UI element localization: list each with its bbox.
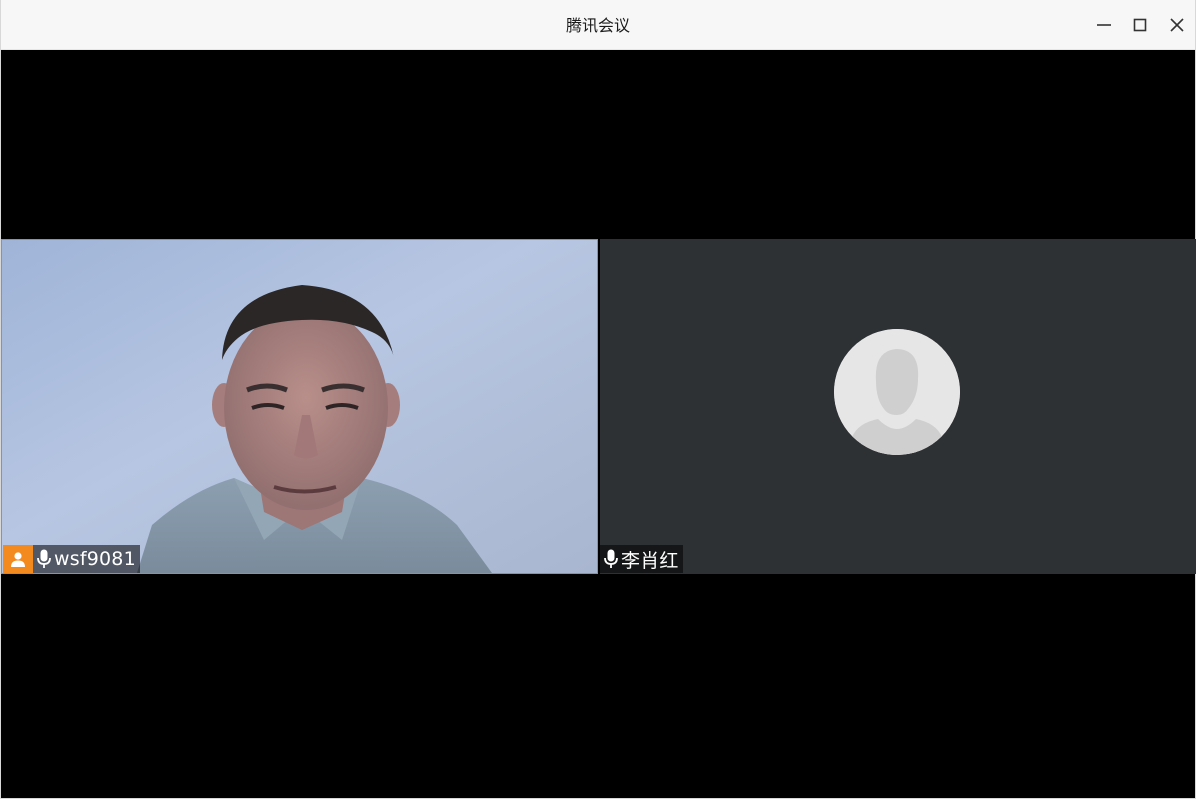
- title-bar: 腾讯会议: [1, 0, 1195, 50]
- minimize-button[interactable]: [1088, 9, 1120, 41]
- camera-video-frame: [2, 240, 597, 573]
- minimize-icon: [1097, 24, 1111, 26]
- maximize-icon: [1133, 18, 1147, 32]
- microphone-icon: [35, 545, 53, 573]
- microphone-icon: [602, 545, 620, 573]
- host-badge: [3, 545, 33, 573]
- participant-name-tag: 李肖红: [600, 545, 683, 573]
- participant-name-tag: wsf9081: [3, 545, 140, 573]
- meeting-window: 腾讯会议 wsf9081 李肖红: [0, 0, 1196, 799]
- participant-name: wsf9081: [54, 548, 136, 570]
- maximize-button[interactable]: [1124, 9, 1156, 41]
- host-user-icon: [11, 552, 25, 567]
- close-icon: [1170, 18, 1184, 32]
- close-button[interactable]: [1161, 9, 1193, 41]
- participant-video-tile[interactable]: wsf9081: [1, 239, 598, 574]
- video-grid: wsf9081 李肖红: [1, 50, 1196, 797]
- participant-avatar-tile[interactable]: 李肖红: [600, 239, 1196, 574]
- default-user-avatar-icon: [834, 329, 960, 455]
- window-title: 腾讯会议: [565, 16, 630, 35]
- participant-name: 李肖红: [621, 549, 679, 572]
